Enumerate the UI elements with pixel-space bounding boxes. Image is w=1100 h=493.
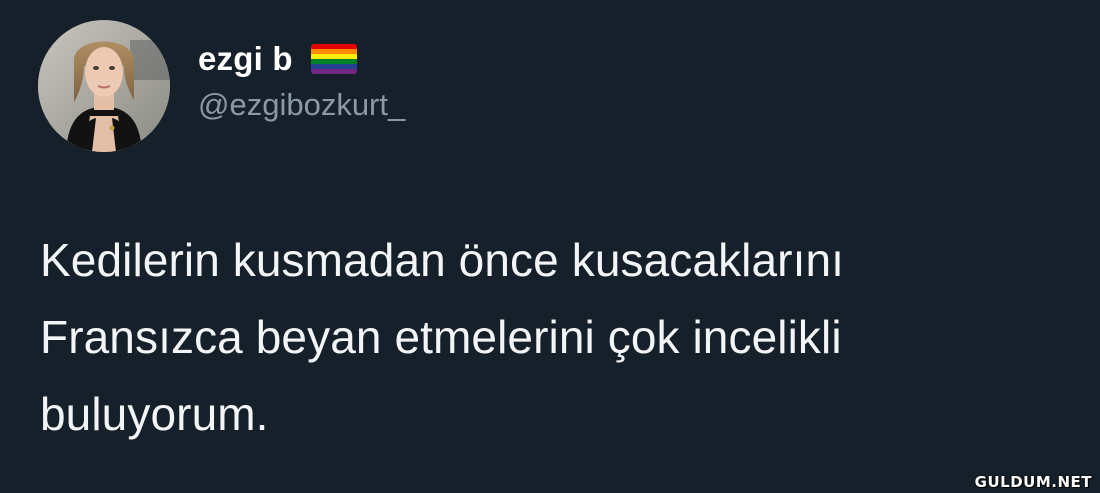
- site-watermark: GULDUM.NET: [974, 473, 1092, 491]
- display-name[interactable]: ezgi b: [198, 39, 293, 79]
- user-handle[interactable]: @ezgibozkurt_: [198, 85, 405, 125]
- avatar-photo: [38, 20, 170, 152]
- rainbow-flag-icon: [310, 44, 357, 74]
- tweet-text-line: Kedilerin kusmadan önce kusacaklarını: [40, 234, 845, 286]
- name-row: ezgi b: [198, 39, 405, 79]
- avatar[interactable]: [38, 20, 170, 152]
- tweet-text-line: Fransızca beyan etmelerini çok incelikli: [40, 311, 842, 363]
- tweet-text: Kedilerin kusmadan önce kusacaklarını Fr…: [40, 222, 1080, 453]
- author-info: ezgi b @ezgibozkurt_: [198, 39, 405, 125]
- tweet-header: ezgi b @ezgibozkurt_: [38, 20, 405, 152]
- tweet-text-line: buluyorum.: [40, 388, 269, 440]
- tweet-card: ezgi b @ezgibozkurt_ Kedilerin kusmadan …: [0, 0, 1100, 493]
